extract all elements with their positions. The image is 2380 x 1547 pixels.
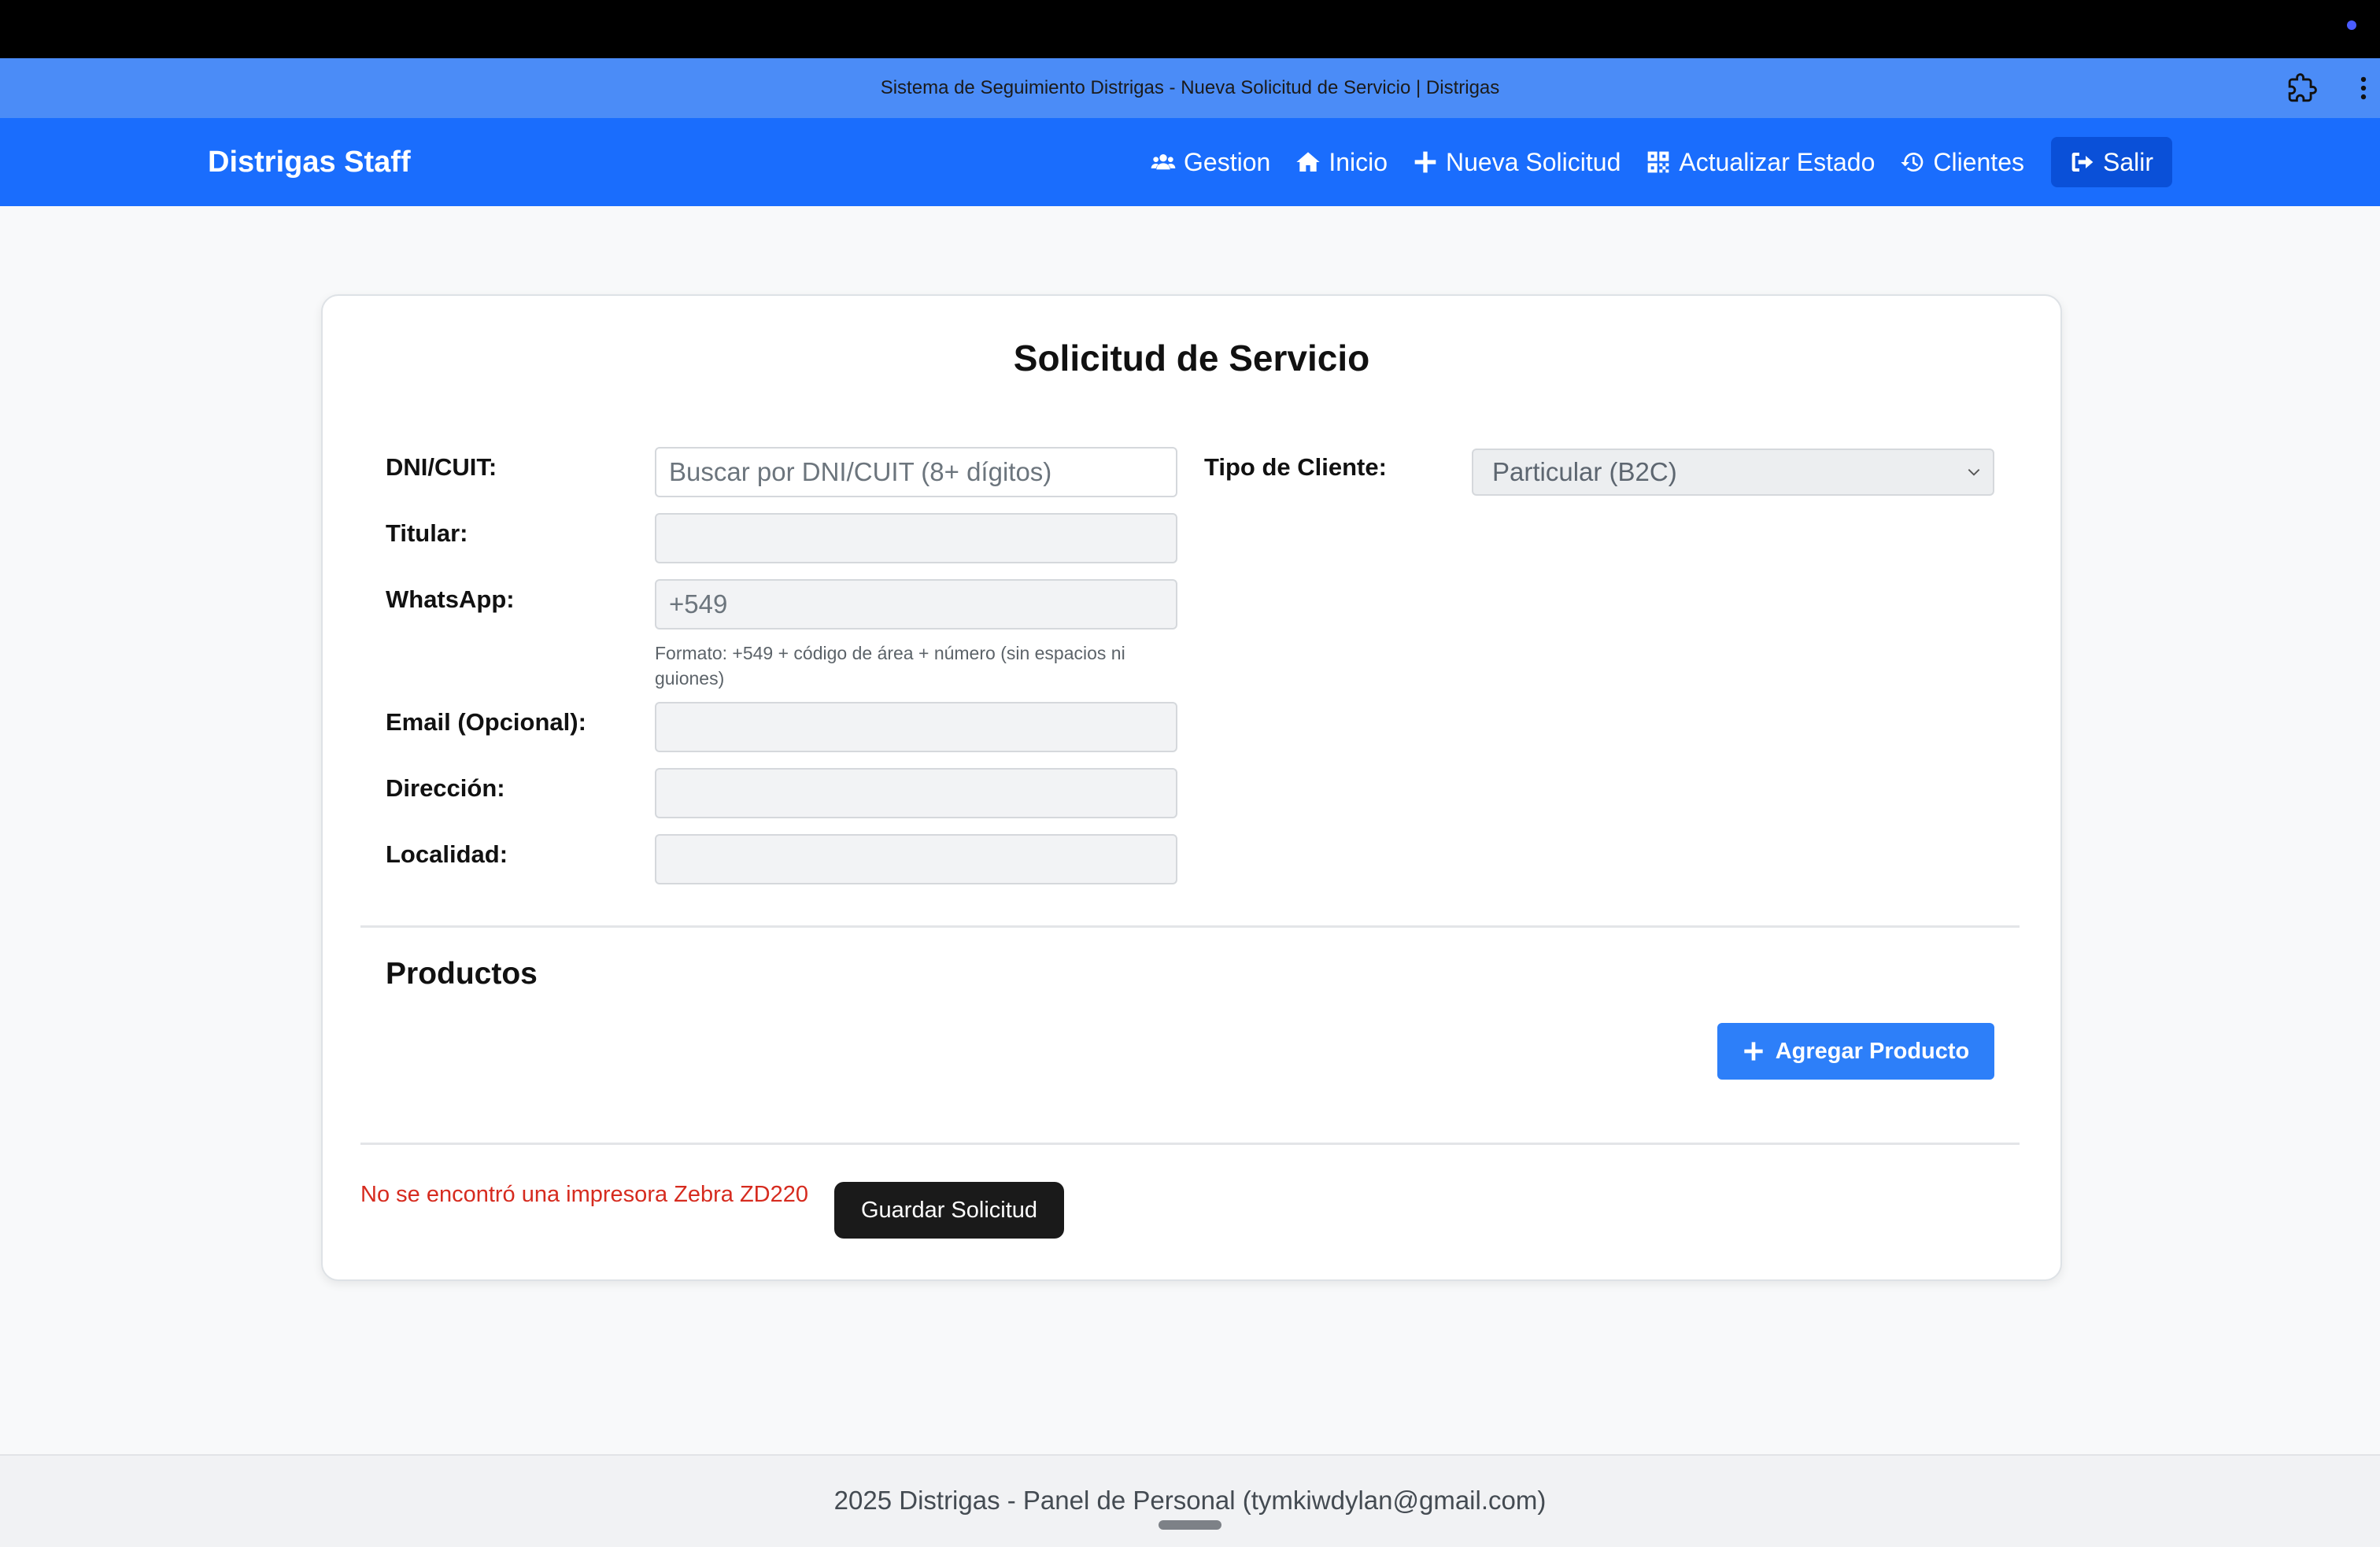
nav-item-nueva-solicitud[interactable]: Nueva Solicitud xyxy=(1400,137,1633,187)
home-icon xyxy=(1296,152,1320,172)
tipo-cliente-select[interactable]: Particular (B2C) xyxy=(1472,449,1994,496)
save-request-button[interactable]: Guardar Solicitud xyxy=(834,1182,1064,1239)
direccion-label: Dirección: xyxy=(386,774,505,802)
nav-label: Gestion xyxy=(1184,147,1271,176)
nav-label: Clientes xyxy=(1933,147,2024,176)
form-title: Solicitud de Servicio xyxy=(1013,338,1370,378)
nav-label: Nueva Solicitud xyxy=(1446,147,1621,176)
dni-label: DNI/CUIT: xyxy=(386,453,497,481)
nav-item-clientes[interactable]: Clientes xyxy=(1887,137,2037,187)
nav-item-actualizar-estado[interactable]: Actualizar Estado xyxy=(1633,137,1887,187)
tipo-cliente-value: Particular (B2C) xyxy=(1492,457,1677,486)
direccion-field[interactable] xyxy=(655,768,1177,818)
history-icon xyxy=(1901,153,1924,172)
plus-icon xyxy=(1744,1042,1763,1061)
brand-logo[interactable]: Distrigas Staff xyxy=(208,118,411,206)
nav-label: Salir xyxy=(2102,147,2153,176)
add-product-label: Agregar Producto xyxy=(1775,1038,1970,1064)
chevron-down-icon xyxy=(1968,469,1980,476)
home-indicator[interactable] xyxy=(1159,1520,1221,1530)
dni-search-input[interactable] xyxy=(655,447,1177,497)
browser-title-bar: Sistema de Seguimiento Distrigas - Nueva… xyxy=(0,58,2380,118)
printer-error-message: No se encontró una impresora Zebra ZD220 xyxy=(360,1182,809,1207)
nav-menu: Gestion Inicio Nueva Solicitud Actualiza… xyxy=(1138,118,2172,206)
extensions-icon[interactable] xyxy=(2287,73,2317,103)
whatsapp-field[interactable]: +549 xyxy=(655,579,1177,630)
whatsapp-label: WhatsApp: xyxy=(386,585,515,613)
nav-item-gestion[interactable]: Gestion xyxy=(1138,137,1283,187)
sign-out-icon xyxy=(2071,153,2094,172)
section-divider xyxy=(360,1143,2020,1145)
titular-field[interactable] xyxy=(655,513,1177,563)
titular-label: Titular: xyxy=(386,519,468,547)
window-title: Sistema de Seguimiento Distrigas - Nueva… xyxy=(880,77,1500,98)
nav-label: Inicio xyxy=(1329,147,1388,176)
tipo-cliente-label: Tipo de Cliente: xyxy=(1204,453,1387,481)
camera-indicator xyxy=(2347,20,2356,30)
main-navbar: Distrigas Staff Gestion Inicio Nueva Sol… xyxy=(0,118,2380,206)
add-product-button[interactable]: Agregar Producto xyxy=(1717,1023,1994,1080)
service-request-card: Solicitud de Servicio DNI/CUIT: Tipo de … xyxy=(321,294,2062,1281)
device-status-bar xyxy=(0,0,2380,58)
users-icon xyxy=(1151,154,1176,170)
productos-heading: Productos xyxy=(386,957,538,991)
section-divider xyxy=(360,925,2020,928)
localidad-label: Localidad: xyxy=(386,840,508,868)
qrcode-icon xyxy=(1648,151,1669,173)
nav-label: Actualizar Estado xyxy=(1679,147,1876,176)
page-footer: 2025 Distrigas - Panel de Personal (tymk… xyxy=(0,1454,2380,1547)
whatsapp-help-text: Formato: +549 + código de área + número … xyxy=(655,643,1125,689)
email-label: Email (Opcional): xyxy=(386,708,586,736)
nav-item-inicio[interactable]: Inicio xyxy=(1283,137,1400,187)
footer-text: 2025 Distrigas - Panel de Personal (tymk… xyxy=(833,1486,1547,1515)
localidad-field[interactable] xyxy=(655,834,1177,884)
email-field[interactable] xyxy=(655,702,1177,752)
more-options-icon[interactable] xyxy=(2349,73,2378,103)
plus-icon xyxy=(1414,151,1436,173)
nav-item-salir[interactable]: Salir xyxy=(2050,137,2172,187)
